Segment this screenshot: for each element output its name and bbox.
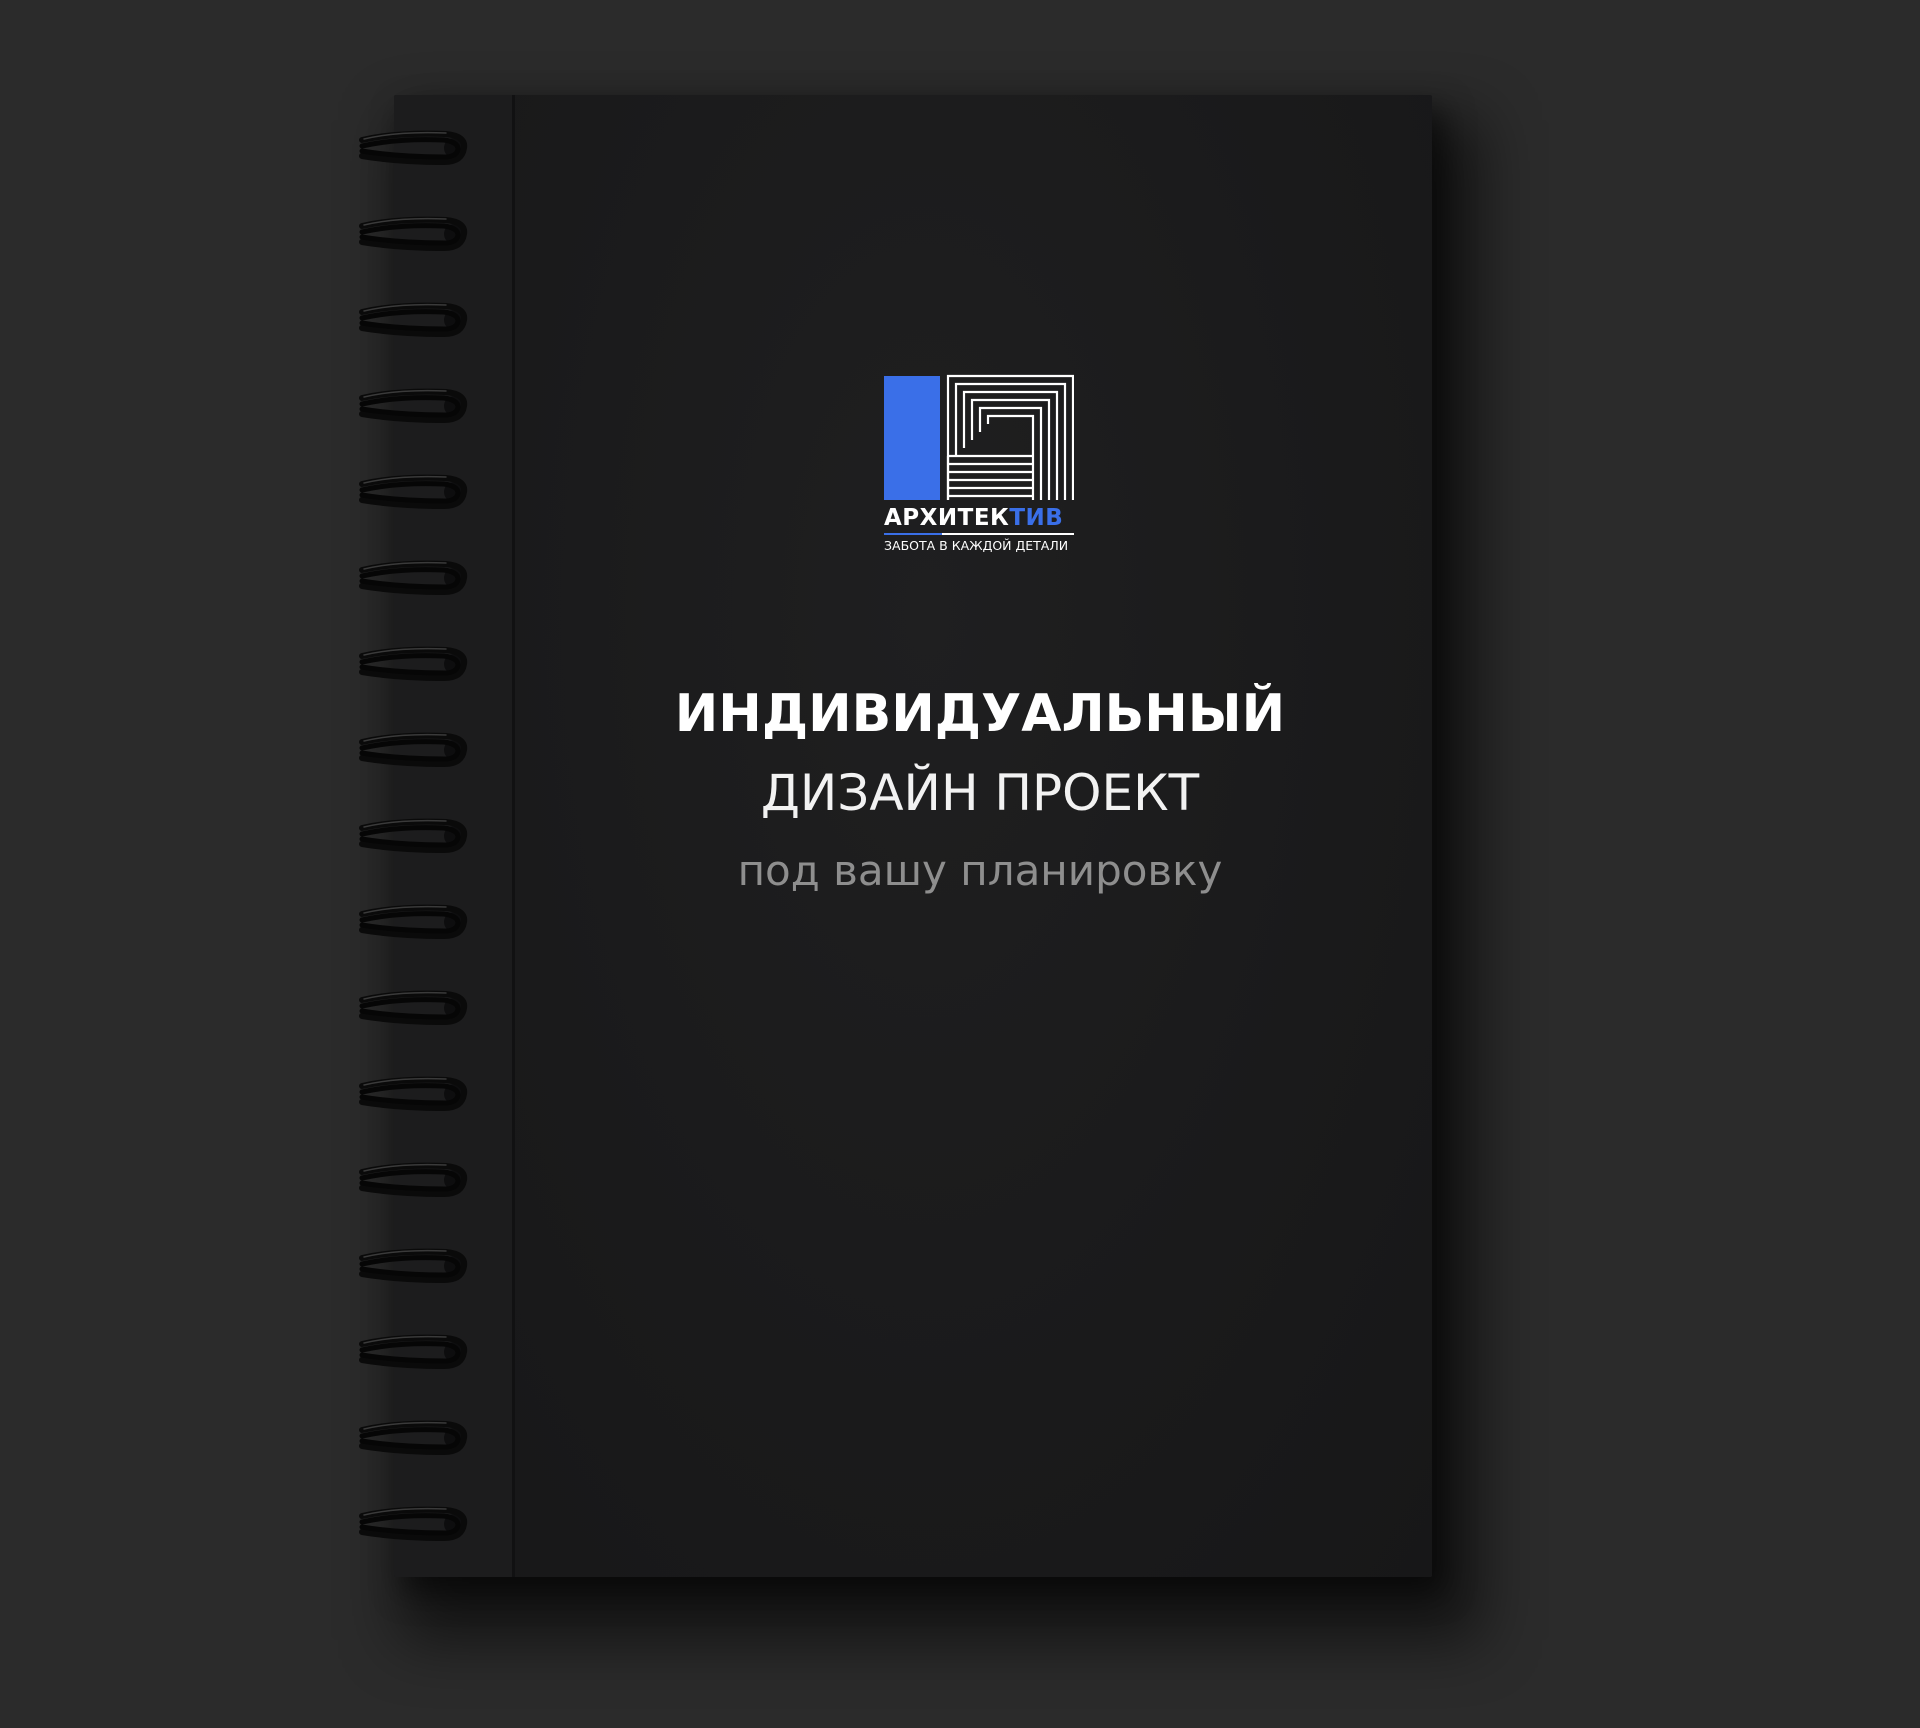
- spiral-ring-icon: [359, 302, 468, 338]
- spiral-ring-icon: [359, 1420, 468, 1456]
- brand-name-accent: ТИВ: [1009, 505, 1064, 531]
- spiral-ring-icon: [359, 216, 468, 252]
- spiral-ring-icon: [359, 1334, 468, 1370]
- notebook: [394, 95, 1432, 1577]
- spiral-ring-icon: [359, 1248, 468, 1284]
- spiral-ring-icon: [359, 560, 468, 596]
- brand-tagline: ЗАБОТА В КАЖДОЙ ДЕТАЛИ: [884, 538, 1069, 553]
- cover-title-line2: ДИЗАЙН ПРОЕКТ: [760, 764, 1200, 822]
- spiral-ring-icon: [359, 388, 468, 424]
- spiral-ring-icon: [359, 474, 468, 510]
- spiral-ring-icon: [359, 904, 468, 940]
- spiral-ring-icon: [359, 990, 468, 1026]
- brand-name-main: АРХИТЕК: [884, 505, 1010, 531]
- spiral-ring-icon: [359, 732, 468, 768]
- brand-divider: [884, 533, 1074, 535]
- spiral-ring-icon: [359, 1076, 468, 1112]
- scene: АРХИТЕКТИВ ЗАБОТА В КАЖДОЙ ДЕТАЛИ ИНДИВИ…: [0, 0, 1920, 1728]
- spiral-ring-icon: [359, 130, 468, 166]
- spiral-ring-icon: [359, 818, 468, 854]
- cover-title-line1: ИНДИВИДУАЛЬНЫЙ: [674, 684, 1286, 744]
- brand-name: АРХИТЕКТИВ: [884, 505, 1076, 531]
- cover-subtitle: под вашу планировку: [737, 846, 1223, 895]
- spiral-ring-icon: [359, 1506, 468, 1542]
- spiral-ring-icon: [359, 1162, 468, 1198]
- notebook-cover: [515, 95, 1432, 1577]
- spiral-ring-icon: [359, 646, 468, 682]
